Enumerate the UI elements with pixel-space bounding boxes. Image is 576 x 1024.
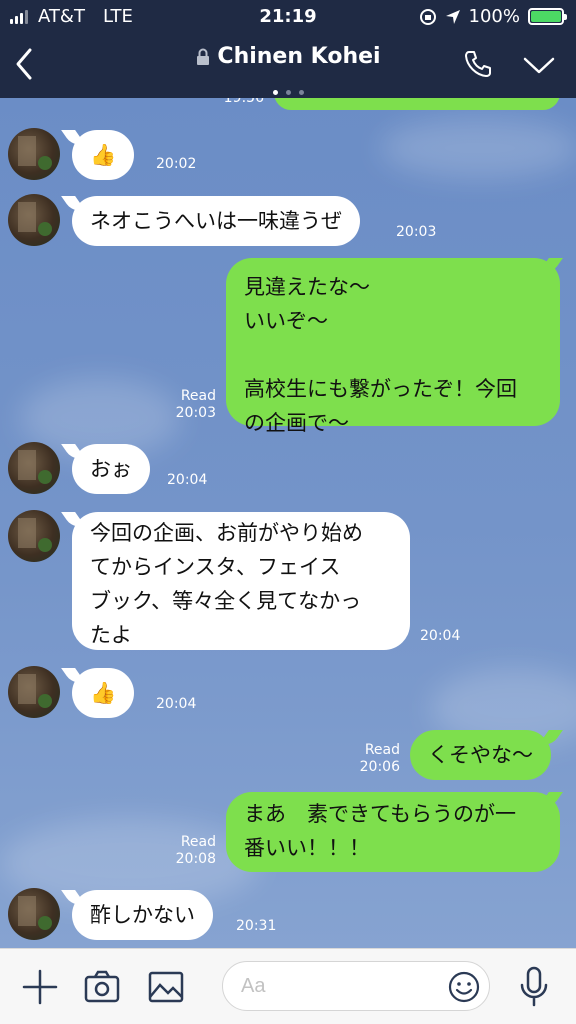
message-time: 20:03 <box>175 405 216 421</box>
message-bubble[interactable]: くそやな〜 <box>410 730 551 780</box>
message-bubble[interactable]: 見違えたな〜 いいぞ〜 高校生にも繋がったぞ！今回 の企画で〜 <box>226 258 560 435</box>
location-icon <box>445 9 460 24</box>
message-time: 20:02 <box>156 156 197 172</box>
battery-icon <box>528 8 567 25</box>
message-time: 20:06 <box>359 759 400 775</box>
message-time: 20:31 <box>236 918 277 934</box>
image-icon[interactable] <box>146 967 186 1007</box>
menu-chevron-button[interactable] <box>522 52 556 78</box>
chat-header: AT&T LTE 21:19 100% Chinen Kohei <box>0 0 576 98</box>
partial-timestamp: 19:56 <box>223 98 264 106</box>
status-right: 100% <box>419 6 567 27</box>
battery-percent: 100% <box>468 6 520 27</box>
message-time: 20:04 <box>156 696 197 712</box>
contact-name: Chinen Kohei <box>217 44 381 69</box>
avatar[interactable] <box>8 666 60 718</box>
avatar[interactable] <box>8 128 60 180</box>
page-dot <box>285 90 291 95</box>
page-dot <box>272 90 278 95</box>
message-input[interactable] <box>241 970 441 1002</box>
emoji-icon[interactable] <box>447 970 481 1004</box>
chat-area[interactable]: 19:56 👍 20:02 ネオこうへいは一味違うぜ 20:03 見違えたな〜 … <box>0 98 576 948</box>
message-input-box[interactable] <box>222 961 490 1011</box>
message-time: 20:04 <box>167 472 208 488</box>
message-time: 20:08 <box>175 851 216 867</box>
message-bubble[interactable]: 👍 <box>72 668 135 718</box>
page-dot <box>298 90 304 95</box>
avatar[interactable] <box>8 442 60 494</box>
message-bubble[interactable]: 酢しかない <box>72 890 213 940</box>
lock-icon <box>197 48 210 65</box>
read-receipt: Read <box>364 742 400 758</box>
message-time: 20:03 <box>396 224 437 240</box>
avatar[interactable] <box>8 194 60 246</box>
message-bubble[interactable]: 👍 <box>72 130 135 180</box>
input-toolbar <box>0 948 576 1024</box>
microphone-icon[interactable] <box>516 965 552 1009</box>
nav-bar: Chinen Kohei <box>0 34 576 98</box>
message-bubble[interactable]: まあ 素できてもらうのが一 番いい！！！ <box>226 792 560 872</box>
plus-icon[interactable] <box>20 967 60 1007</box>
message-time: 20:04 <box>420 628 461 644</box>
status-bar: AT&T LTE 21:19 100% <box>0 0 576 34</box>
camera-icon[interactable] <box>82 967 122 1007</box>
read-receipt: Read <box>180 834 216 850</box>
sky-cloud <box>380 118 576 178</box>
read-receipt: Read <box>180 388 216 404</box>
call-button[interactable] <box>462 48 494 80</box>
message-bubble[interactable]: おぉ <box>72 444 150 494</box>
avatar[interactable] <box>8 888 60 940</box>
message-bubble[interactable]: 今回の企画、お前がやり始め てからインスタ、フェイス ブック、等々全く見てなかっ… <box>72 512 410 650</box>
avatar[interactable] <box>8 510 60 562</box>
partial-outgoing-bubble[interactable] <box>274 98 560 110</box>
orientation-lock-icon <box>419 8 436 25</box>
message-bubble[interactable]: ネオこうへいは一味違うぜ <box>72 196 360 246</box>
page-indicator <box>0 80 576 99</box>
